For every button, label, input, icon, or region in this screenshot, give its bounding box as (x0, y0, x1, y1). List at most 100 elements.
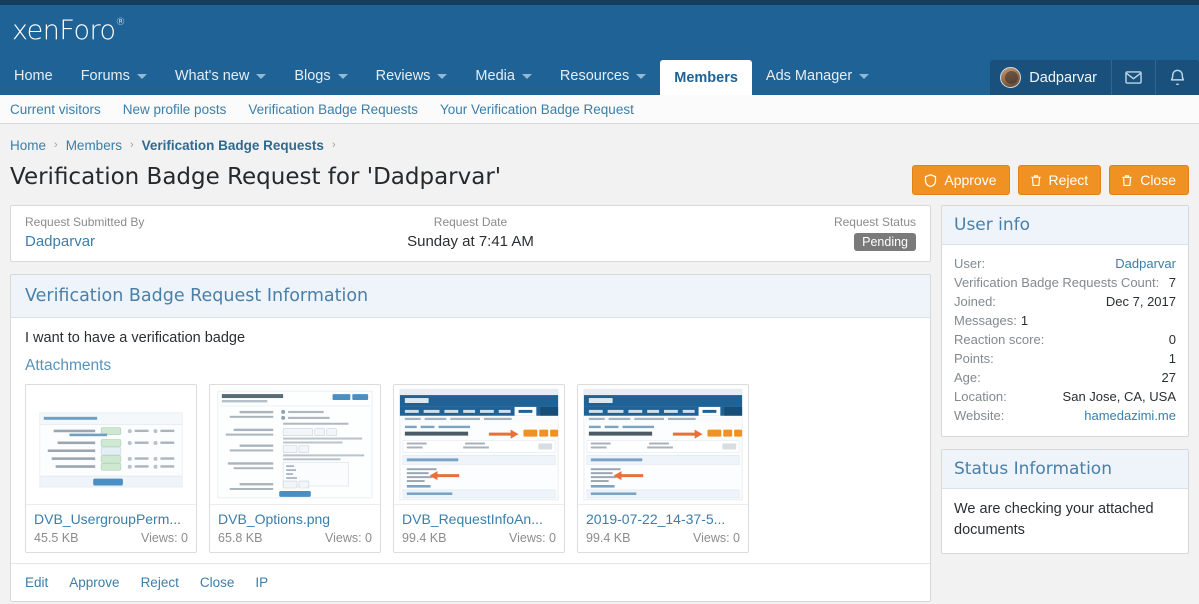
subnav-item-verification-badge-requests[interactable]: Verification Badge Requests (248, 102, 418, 117)
request-submitted-by-label: Request Submitted By (25, 215, 322, 229)
close-button[interactable]: Close (1109, 165, 1189, 195)
footer-link-edit[interactable]: Edit (25, 575, 48, 590)
request-submitted-by-value: Dadparvar (25, 233, 322, 250)
bell-icon (1168, 68, 1187, 87)
chevron-down-icon (256, 74, 266, 79)
site-logo[interactable]: xenForo® (12, 15, 125, 46)
request-date-label: Request Date (322, 215, 619, 229)
breadcrumb-item-members[interactable]: Members (66, 138, 122, 153)
breadcrumb-item-home[interactable]: Home (10, 138, 46, 153)
user-info-row-requests-count: Verification Badge Requests Count: 7 (954, 273, 1176, 292)
nav-label: Reviews (376, 68, 431, 84)
attachment-meta: DVB_Options.png 65.8 KB Views: 0 (210, 505, 380, 552)
user-info-row-joined: Joined: Dec 7, 2017 (954, 292, 1176, 311)
row-value[interactable]: Dadparvar (1115, 254, 1176, 273)
chevron-down-icon (137, 74, 147, 79)
status-badge: Pending (854, 233, 916, 251)
nav-label: Blogs (294, 68, 330, 84)
attachment-size: 65.8 KB (218, 531, 262, 545)
status-information-text: We are checking your attached documents (942, 489, 1188, 553)
status-information-panel: Status Information We are checking your … (941, 449, 1189, 554)
nav-label: Members (674, 70, 738, 86)
request-date: Request Date Sunday at 7:41 AM (322, 215, 619, 251)
secondary-navigation: Current visitors New profile posts Verif… (0, 95, 1199, 124)
alerts-button[interactable] (1155, 60, 1199, 95)
row-label: Messages: (954, 311, 1017, 330)
subnav-item-new-profile-posts[interactable]: New profile posts (123, 102, 227, 117)
user-info-row-user: User: Dadparvar (954, 254, 1176, 273)
status-information-heading: Status Information (942, 450, 1188, 489)
chevron-down-icon (859, 74, 869, 79)
attachment-item[interactable]: DVB_RequestInfoAn... 99.4 KB Views: 0 (393, 384, 565, 553)
attachment-list: DVB_UsergroupPerm... 45.5 KB Views: 0 (25, 384, 916, 553)
nav-item-forums[interactable]: Forums (67, 57, 161, 95)
main-column: Request Submitted By Dadparvar Request D… (10, 205, 931, 602)
approve-button[interactable]: Approve (912, 165, 1009, 195)
attachment-name[interactable]: 2019-07-22_14-37-5... (586, 511, 740, 527)
request-date-value: Sunday at 7:41 AM (322, 233, 619, 250)
thumbnail-form-light-icon (26, 385, 196, 504)
attachment-name[interactable]: DVB_RequestInfoAn... (402, 511, 556, 527)
primary-navigation: Home Forums What's new Blogs Reviews Med… (0, 57, 1199, 95)
footer-link-approve[interactable]: Approve (69, 575, 119, 590)
avatar (1000, 67, 1021, 88)
attachment-views: Views: 0 (325, 531, 372, 545)
nav-item-media[interactable]: Media (461, 57, 546, 95)
nav-item-whats-new[interactable]: What's new (161, 57, 281, 95)
row-value: 1 (1021, 311, 1028, 330)
content-layout: Request Submitted By Dadparvar Request D… (10, 205, 1189, 602)
approve-button-label: Approve (944, 172, 996, 188)
request-submitter-link[interactable]: Dadparvar (25, 233, 95, 250)
chevron-down-icon (338, 74, 348, 79)
footer-link-close[interactable]: Close (200, 575, 235, 590)
page-content: Home › Members › Verification Badge Requ… (0, 124, 1199, 602)
nav-item-ads-manager[interactable]: Ads Manager (752, 57, 883, 95)
row-value: Dec 7, 2017 (1106, 292, 1176, 311)
user-navigation: Dadparvar (990, 60, 1199, 95)
user-info-row-reaction-score: Reaction score: 0 (954, 330, 1176, 349)
breadcrumb-item-verification-badge-requests[interactable]: Verification Badge Requests (142, 138, 324, 153)
user-menu-button[interactable]: Dadparvar (990, 60, 1111, 95)
row-label: Location: (954, 387, 1007, 406)
site-logo-registered-mark: ® (116, 17, 126, 28)
row-label: Reaction score: (954, 330, 1044, 349)
breadcrumb-separator-icon: › (54, 139, 58, 151)
attachment-item[interactable]: DVB_UsergroupPerm... 45.5 KB Views: 0 (25, 384, 197, 553)
subnav-item-current-visitors[interactable]: Current visitors (10, 102, 101, 117)
nav-item-members[interactable]: Members (660, 60, 752, 95)
chevron-down-icon (437, 74, 447, 79)
attachment-size: 45.5 KB (34, 531, 78, 545)
attachments-label: Attachments (25, 357, 916, 375)
nav-item-reviews[interactable]: Reviews (362, 57, 462, 95)
footer-link-reject[interactable]: Reject (141, 575, 179, 590)
user-info-row-location: Location: San Jose, CA, USA (954, 387, 1176, 406)
row-value: 7 (1169, 273, 1176, 292)
attachment-name[interactable]: DVB_Options.png (218, 511, 372, 527)
attachment-views: Views: 0 (509, 531, 556, 545)
attachment-item[interactable]: DVB_Options.png 65.8 KB Views: 0 (209, 384, 381, 553)
reject-button[interactable]: Reject (1018, 165, 1102, 195)
trash-icon (1120, 173, 1134, 188)
footer-link-ip[interactable]: IP (255, 575, 268, 590)
nav-item-home[interactable]: Home (0, 57, 67, 95)
row-value: 27 (1162, 368, 1176, 387)
chevron-down-icon (522, 74, 532, 79)
row-value[interactable]: hamedazimi.me (1084, 406, 1176, 425)
attachment-size: 99.4 KB (586, 531, 630, 545)
close-button-label: Close (1140, 172, 1176, 188)
request-status: Request Status Pending (619, 215, 916, 251)
nav-label: Ads Manager (766, 68, 852, 84)
row-label: Joined: (954, 292, 996, 311)
nav-label: Resources (560, 68, 629, 84)
inbox-button[interactable] (1111, 60, 1155, 95)
subnav-item-your-verification-badge-request[interactable]: Your Verification Badge Request (440, 102, 634, 117)
breadcrumb-separator-icon: › (332, 139, 336, 151)
page-title: Verification Badge Request for 'Dadparva… (10, 163, 501, 191)
attachment-item[interactable]: 2019-07-22_14-37-5... 99.4 KB Views: 0 (577, 384, 749, 553)
trash-icon (1029, 173, 1043, 188)
nav-item-resources[interactable]: Resources (546, 57, 660, 95)
request-status-label: Request Status (619, 215, 916, 229)
request-summary-bar: Request Submitted By Dadparvar Request D… (10, 205, 931, 262)
attachment-name[interactable]: DVB_UsergroupPerm... (34, 511, 188, 527)
nav-item-blogs[interactable]: Blogs (280, 57, 361, 95)
